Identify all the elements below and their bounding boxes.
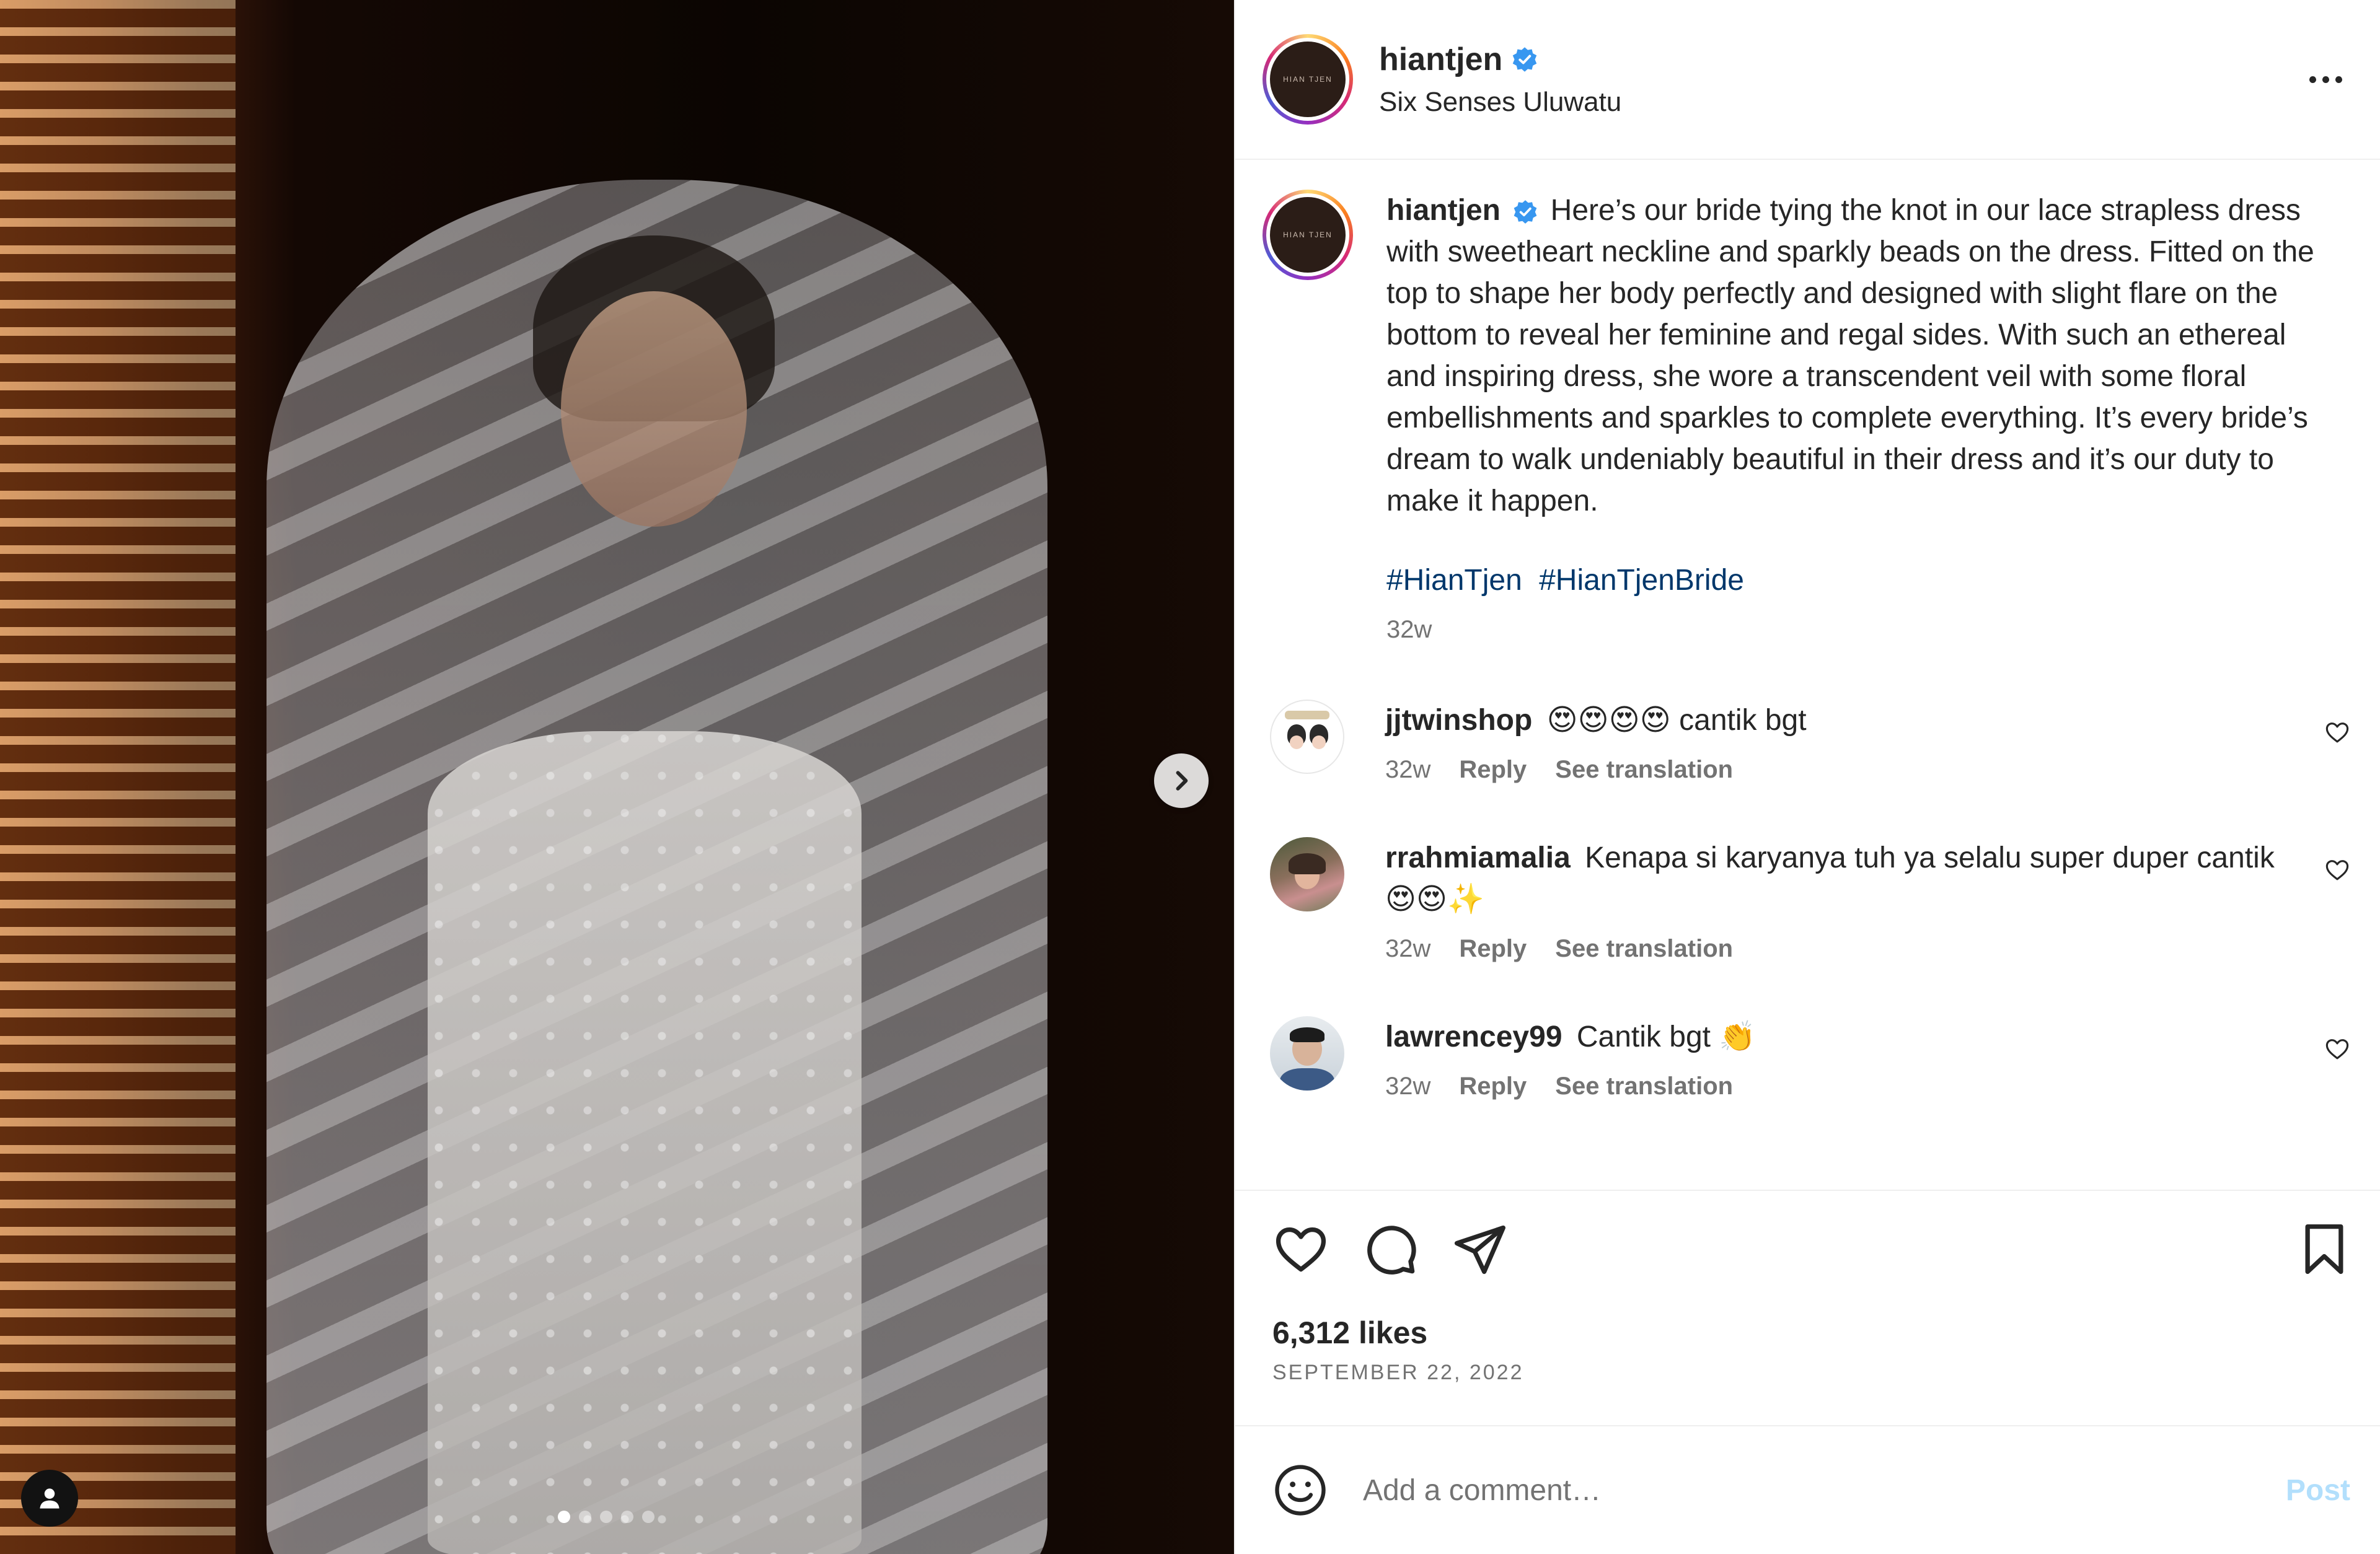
comment-text-row: lawrencey99 Cantik bgt 👏 [1385,1016,2284,1058]
post-comment-button[interactable]: Post [2286,1473,2350,1508]
bride-dress [428,731,862,1554]
comment-meta: 32w Reply See translation [1385,1073,2284,1100]
heart-icon[interactable] [2324,857,2350,883]
comment-timestamp: 32w [1385,756,1431,783]
caption-username[interactable]: hiantjen [1386,194,1501,227]
comment-item: rrahmiamalia Kenapa si karyanya tuh ya s… [1263,837,2350,963]
comments-list[interactable]: HIAN TJEN hiantjen Here’s our bride tyin… [1235,160,2380,1190]
caption-body: hiantjen Here’s our bride tying the knot… [1386,190,2329,644]
author-username[interactable]: hiantjen [1379,41,1502,78]
more-icon[interactable] [2301,61,2350,98]
comment-body: rrahmiamalia Kenapa si karyanya tuh ya s… [1385,837,2284,963]
commenter-avatar[interactable] [1269,1016,1344,1091]
comment-timestamp: 32w [1385,935,1431,962]
avatar-inner: HIAN TJEN [1266,38,1349,121]
verified-icon [1513,47,1537,72]
post-header: HIAN TJEN hiantjen Six Senses Uluwatu [1235,0,2380,160]
action-bar [1272,1221,2353,1278]
comment-text-row: rrahmiamalia Kenapa si karyanya tuh ya s… [1385,837,2284,920]
carousel-dot [642,1511,654,1523]
see-translation-button[interactable]: See translation [1555,1073,1733,1100]
comment-meta: 32w Reply See translation [1385,935,2284,963]
window-blinds [0,0,236,1554]
tagged-users-button[interactable] [21,1470,78,1527]
comment-item: jjtwinshop 😍😍😍😍 cantik bgt 32w Reply See… [1263,700,2350,784]
avatar-inner: HIAN TJEN [1266,193,1349,276]
comment-timestamp: 32w [1385,1073,1431,1100]
header-text: hiantjen Six Senses Uluwatu [1379,41,2301,118]
caption-timestamp: 32w [1386,616,1432,643]
comment-text-row: jjtwinshop 😍😍😍😍 cantik bgt [1385,700,2284,741]
comment-body: lawrencey99 Cantik bgt 👏 32w Reply See t… [1385,1016,2284,1100]
comment-username[interactable]: rrahmiamalia [1385,841,1571,874]
user-tag-icon [40,1488,60,1509]
likes-count[interactable]: 6,312 likes [1272,1315,2353,1351]
post-location[interactable]: Six Senses Uluwatu [1379,87,2301,118]
reply-button[interactable]: Reply [1459,756,1527,784]
verified-icon [1514,200,1537,224]
comment-item: lawrencey99 Cantik bgt 👏 32w Reply See t… [1263,1016,2350,1100]
commenter-avatar[interactable] [1269,700,1344,774]
see-translation-button[interactable]: See translation [1555,935,1733,963]
comment-username[interactable]: lawrencey99 [1385,1021,1562,1053]
comment-meta: 32w Reply See translation [1385,756,2284,784]
carousel-dot [579,1511,591,1523]
post-actions: 6,312 likes SEPTEMBER 22, 2022 [1235,1190,2380,1425]
carousel-indicator [558,1511,654,1523]
heart-icon [1276,1227,1326,1272]
hashtag-link[interactable]: #HianTjen [1386,564,1522,597]
avatar-logo: HIAN TJEN [1269,197,1346,273]
comment-input[interactable] [1361,1472,2286,1508]
bride-face [561,291,747,527]
post-panel: HIAN TJEN hiantjen Six Senses Uluwatu HI… [1233,0,2380,1554]
share-icon [1454,1225,1505,1275]
comment-button[interactable] [1362,1221,1419,1278]
caption-text: hiantjen Here’s our bride tying the knot… [1386,190,2329,522]
bookmark-icon [2305,1224,2343,1275]
comment-text: 😍😍😍😍 cantik bgt [1546,704,1807,737]
comment-text: Cantik bgt 👏 [1576,1021,1756,1053]
caption-body-text: Here’s our bride tying the knot in our l… [1386,194,2314,517]
like-button[interactable] [1272,1221,1329,1278]
see-translation-button[interactable]: See translation [1555,756,1733,784]
caption-avatar[interactable]: HIAN TJEN [1262,190,1353,280]
carousel-dot [621,1511,633,1523]
heart-icon[interactable] [2324,719,2350,745]
chevron-right-icon [1176,771,1188,791]
comment-icon [1367,1226,1416,1275]
carousel-dot [558,1511,570,1523]
carousel-dot [600,1511,612,1523]
comment-username[interactable]: jjtwinshop [1385,704,1532,737]
share-button[interactable] [1451,1221,1508,1278]
post-date: SEPTEMBER 22, 2022 [1272,1361,1524,1384]
save-button[interactable] [2296,1221,2353,1278]
comment-body: jjtwinshop 😍😍😍😍 cantik bgt 32w Reply See… [1385,700,2284,784]
carousel-next-button[interactable] [1154,753,1209,808]
author-avatar[interactable]: HIAN TJEN [1262,34,1353,125]
caption: HIAN TJEN hiantjen Here’s our bride tyin… [1262,190,2350,644]
avatar-logo: HIAN TJEN [1269,42,1346,117]
emoji-icon[interactable] [1272,1462,1328,1518]
post-media[interactable] [0,0,1234,1554]
heart-icon[interactable] [2324,1036,2350,1062]
hashtags: #HianTjen #HianTjenBride [1386,563,2329,597]
commenter-avatar[interactable] [1269,837,1344,911]
comment-composer: Post [1235,1425,2380,1554]
author-username-row: hiantjen [1379,41,1538,78]
reply-button[interactable]: Reply [1459,1073,1527,1100]
hashtag-link[interactable]: #HianTjenBride [1539,564,1744,597]
reply-button[interactable]: Reply [1459,935,1527,963]
